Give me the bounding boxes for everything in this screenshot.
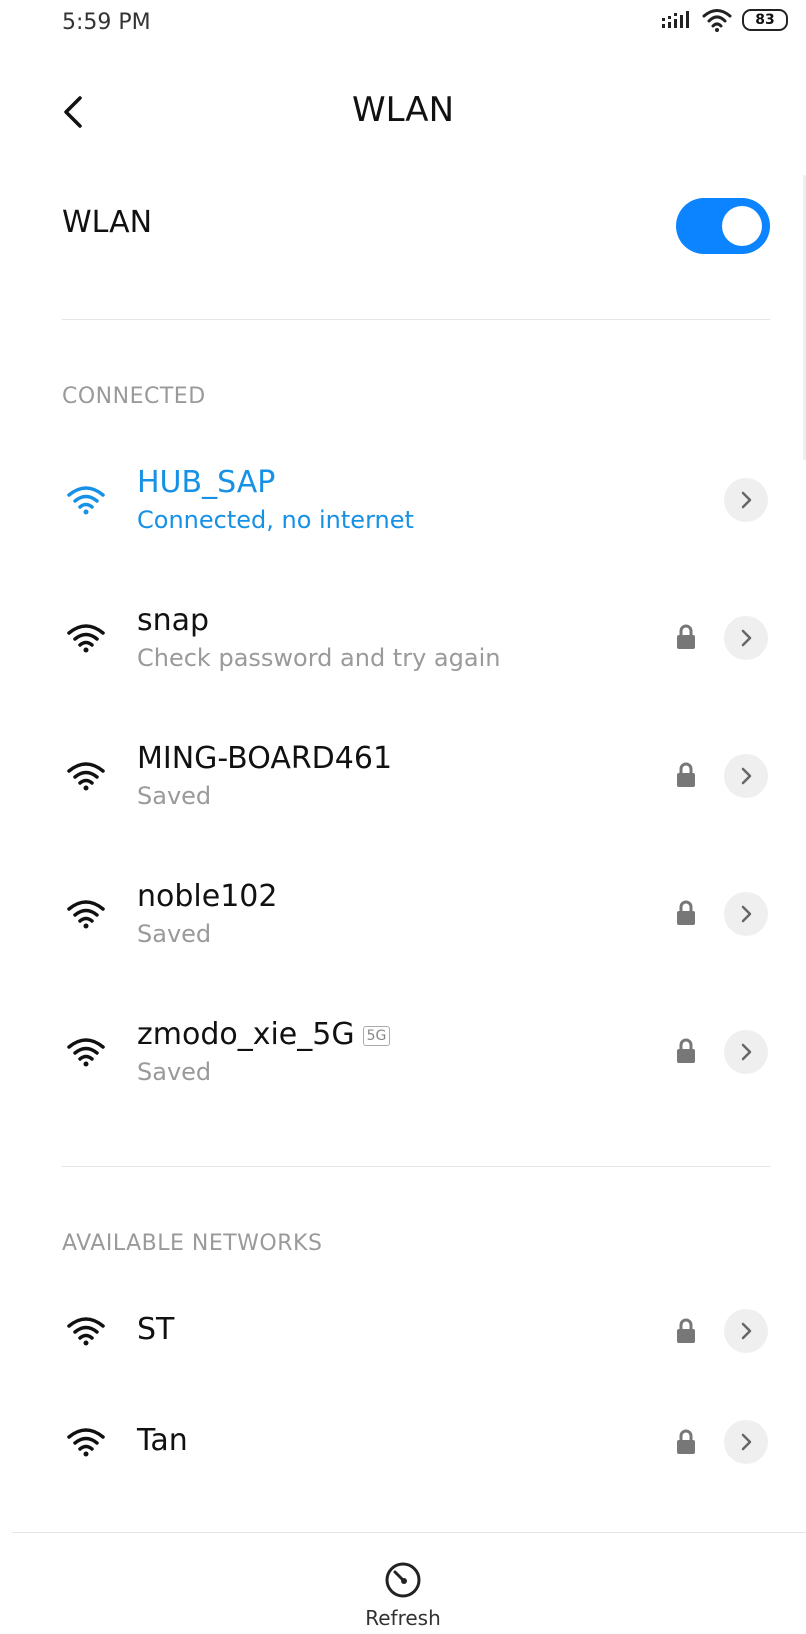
network-row-connected[interactable]: HUB_SAP Connected, no internet: [0, 450, 806, 550]
wifi-icon: [67, 624, 105, 653]
refresh-label: Refresh: [365, 1606, 441, 1630]
network-name: HUB_SAP: [137, 465, 276, 500]
lock-icon: [677, 900, 695, 925]
wifi-icon: [67, 1317, 105, 1346]
network-detail-button[interactable]: [724, 1420, 768, 1464]
network-row-saved[interactable]: noble102 Saved: [0, 864, 806, 964]
status-icons: 83: [662, 8, 788, 32]
lock-icon: [677, 762, 695, 787]
chevron-right-icon: [741, 491, 752, 509]
status-time: 5:59 PM: [62, 10, 151, 35]
network-status: Check password and try again: [137, 644, 501, 672]
chevron-right-icon: [741, 1433, 752, 1451]
network-detail-button[interactable]: [724, 616, 768, 660]
chevron-right-icon: [741, 905, 752, 923]
chevron-right-icon: [741, 1043, 752, 1061]
chevron-right-icon: [741, 629, 752, 647]
wifi-status-icon: [702, 9, 732, 32]
battery-indicator: 83: [742, 9, 788, 31]
chevron-right-icon: [741, 767, 752, 785]
network-name: ST: [137, 1312, 175, 1347]
network-row-available[interactable]: ST: [0, 1285, 806, 1385]
wifi-icon: [67, 1428, 105, 1457]
network-detail-button[interactable]: [724, 1309, 768, 1353]
toggle-knob: [722, 206, 762, 246]
section-label-connected: CONNECTED: [62, 384, 206, 409]
network-name: Tan: [137, 1423, 188, 1458]
lock-icon: [677, 1429, 695, 1454]
bottom-divider: [12, 1532, 806, 1533]
network-status: Saved: [137, 782, 212, 810]
wifi-icon: [67, 762, 105, 791]
wlan-toggle[interactable]: [676, 198, 770, 254]
network-detail-button[interactable]: [724, 754, 768, 798]
network-status: Saved: [137, 920, 212, 948]
wifi-icon: [67, 486, 105, 515]
wlan-toggle-label: WLAN: [62, 205, 153, 240]
page-title: WLAN: [351, 90, 455, 130]
lock-icon: [677, 1038, 695, 1063]
network-row-saved[interactable]: zmodo_xie_5G 5G Saved: [0, 1002, 806, 1102]
lock-icon: [677, 624, 695, 649]
lock-icon: [677, 1318, 695, 1343]
network-name: zmodo_xie_5G 5G: [137, 1017, 391, 1052]
divider: [62, 319, 770, 320]
section-label-available: AVAILABLE NETWORKS: [62, 1231, 323, 1256]
network-detail-button[interactable]: [724, 892, 768, 936]
network-row-available[interactable]: Tan: [0, 1396, 806, 1496]
network-row-saved[interactable]: MING-BOARD461 Saved: [0, 726, 806, 826]
wifi-icon: [67, 1038, 105, 1067]
network-name: snap: [137, 603, 210, 638]
network-detail-button[interactable]: [724, 1030, 768, 1074]
divider: [62, 1166, 770, 1167]
refresh-button[interactable]: Refresh: [353, 1560, 453, 1634]
band-badge: 5G: [362, 1025, 391, 1046]
network-status: Connected, no internet: [137, 506, 414, 534]
network-status: Saved: [137, 1058, 212, 1086]
network-detail-button[interactable]: [724, 478, 768, 522]
chevron-right-icon: [741, 1322, 752, 1340]
network-row-saved[interactable]: snap Check password and try again: [0, 588, 806, 688]
network-name: noble102: [137, 879, 278, 914]
network-name: MING-BOARD461: [137, 741, 393, 776]
refresh-icon: [385, 1562, 421, 1598]
wifi-icon: [67, 900, 105, 929]
signal-icon: [662, 11, 689, 28]
